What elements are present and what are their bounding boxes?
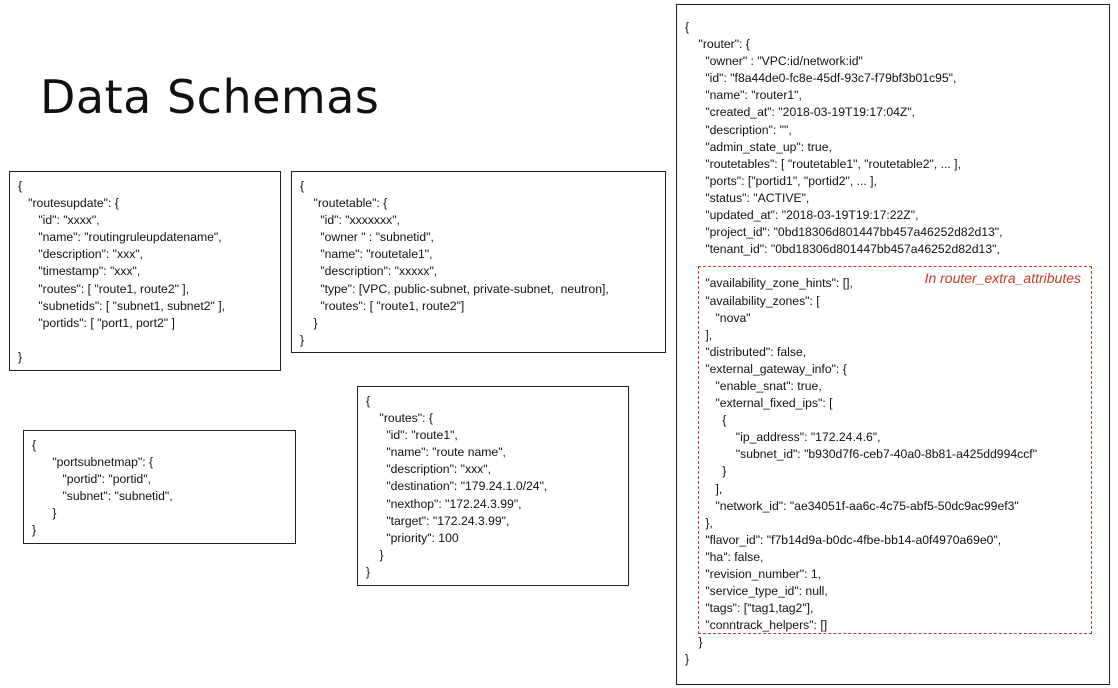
routesupdate-schema-code: { "routesupdate": { "id": "xxxx", "name"…	[18, 179, 226, 364]
routetable-schema-code: { "routetable": { "id": "xxxxxxx", "owne…	[300, 179, 609, 347]
page-title: Data Schemas	[40, 70, 380, 124]
portsubnetmap-schema-box: { "portsubnetmap": { "portid": "portid",…	[23, 430, 296, 544]
routesupdate-schema-box: { "routesupdate": { "id": "xxxx", "name"…	[9, 171, 281, 371]
routes-schema-code: { "routes": { "id": "route1", "name": "r…	[366, 394, 548, 579]
portsubnetmap-schema-code: { "portsubnetmap": { "portid": "portid",…	[32, 438, 173, 538]
router-extra-attributes-label: In router_extra_attributes	[924, 270, 1081, 286]
routetable-schema-box: { "routetable": { "id": "xxxxxxx", "owne…	[291, 171, 666, 353]
routes-schema-box: { "routes": { "id": "route1", "name": "r…	[357, 386, 629, 586]
router-extra-attributes-region: In router_extra_attributes	[698, 266, 1092, 634]
